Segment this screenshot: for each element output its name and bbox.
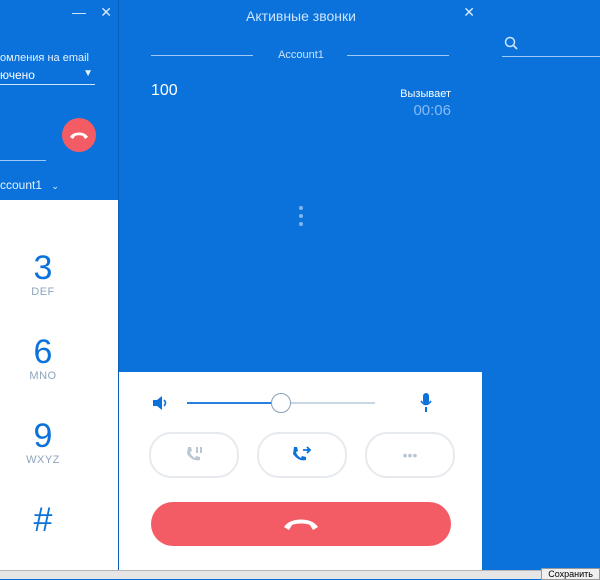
key-digit: 9 xyxy=(33,417,53,455)
call-controls-panel: ••• xyxy=(119,372,483,578)
end-call-button[interactable] xyxy=(151,502,451,546)
key-letters: DEF xyxy=(31,286,55,298)
hangup-icon xyxy=(284,519,318,530)
number-input[interactable] xyxy=(0,160,46,161)
ellipsis-icon: ••• xyxy=(402,447,418,463)
dialer-window: — ✕ омления на email ючено ▼ ccount1 ⌄ 3… xyxy=(0,0,118,578)
close-icon[interactable]: ✕ xyxy=(100,4,112,21)
volume-knob[interactable] xyxy=(271,393,291,413)
hold-button[interactable] xyxy=(149,432,239,478)
close-icon[interactable]: ✕ xyxy=(463,4,475,21)
volume-track xyxy=(279,402,375,404)
key-digit: 6 xyxy=(33,333,53,371)
key-letters: MNO xyxy=(29,370,57,382)
key-letters: WXYZ xyxy=(26,454,60,466)
key-digit: 3 xyxy=(33,249,53,287)
window-title: Активные звонки xyxy=(246,8,356,24)
volume-slider[interactable] xyxy=(187,402,279,404)
hangup-icon xyxy=(70,132,88,139)
chevron-down-icon: ⌄ xyxy=(51,181,59,191)
notification-select-value: ючено xyxy=(0,68,35,82)
save-button[interactable]: Сохранить xyxy=(541,568,600,580)
phone-transfer-icon xyxy=(293,446,312,461)
call-status: Вызывает xyxy=(400,88,451,100)
microphone-icon[interactable] xyxy=(419,392,433,414)
more-options-icon[interactable] xyxy=(295,206,307,230)
notification-select[interactable]: ючено ▼ xyxy=(0,68,95,85)
search-input[interactable] xyxy=(502,36,600,57)
chevron-down-icon: ▼ xyxy=(83,68,93,79)
contacts-window xyxy=(482,0,600,578)
dial-keypad: 3 DEF 6 MNO 9 WXYZ # xyxy=(0,200,118,570)
key-hash[interactable]: # xyxy=(18,502,68,538)
call-timer: 00:06 xyxy=(413,102,451,119)
account-select-value: ccount1 xyxy=(0,178,43,192)
minimize-icon[interactable]: — xyxy=(72,4,86,20)
email-notification-label: омления на email xyxy=(0,52,89,64)
account-label: Account1 xyxy=(278,49,324,61)
transfer-button[interactable] xyxy=(257,432,347,478)
search-icon xyxy=(504,36,518,50)
more-button[interactable]: ••• xyxy=(365,432,455,478)
key-3[interactable]: 3 DEF xyxy=(18,250,68,298)
speaker-icon[interactable] xyxy=(151,394,169,412)
hangup-button[interactable] xyxy=(62,118,96,152)
phone-pause-icon xyxy=(187,447,202,461)
key-6[interactable]: 6 MNO xyxy=(18,334,68,382)
account-select[interactable]: ccount1 ⌄ xyxy=(0,178,59,192)
key-9[interactable]: 9 WXYZ xyxy=(18,418,68,466)
key-digit: # xyxy=(33,501,53,539)
call-number: 100 xyxy=(151,82,178,99)
active-calls-window: Активные звонки ✕ Account1 100 Вызывает … xyxy=(118,0,483,578)
